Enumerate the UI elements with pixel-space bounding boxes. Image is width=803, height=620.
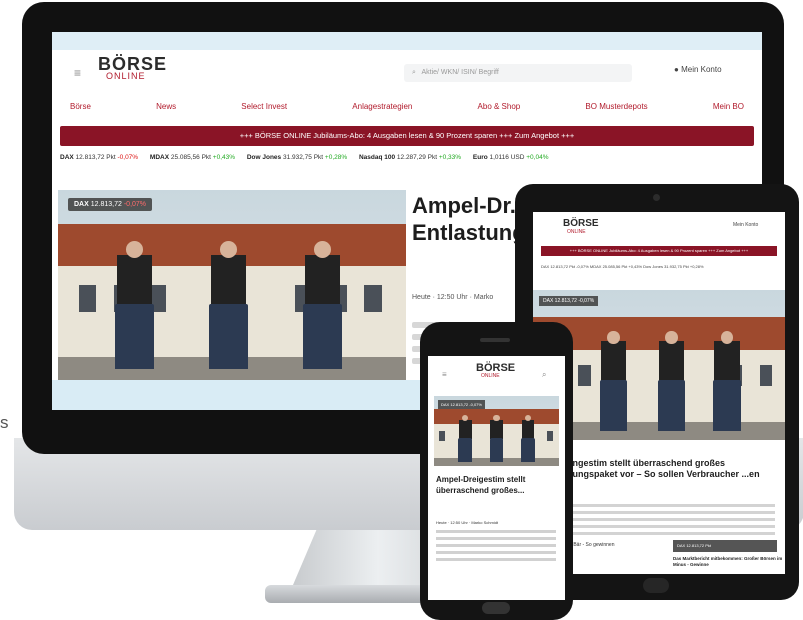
ticker-item[interactable]: DAX 12.813,72 Pkt -0,07% [60,154,138,161]
search-input[interactable]: ⌕ Aktie/ WKN/ ISIN/ Begriff [404,64,632,82]
nav-item-abo-shop[interactable]: Abo & Shop [478,102,521,111]
phone-article-headline[interactable]: Ampel-Dreigestim stellt überraschend gro… [436,474,558,496]
phone-speaker [480,338,510,342]
site-header: ≡ BÖRSE ONLINE ⌕ Aktie/ WKN/ ISIN/ Begri… [52,50,762,94]
ticker-item[interactable]: Nasdaq 100 12.287,29 Pkt +0,33% [359,154,461,161]
phone-teaser-text [436,530,556,565]
login-link[interactable]: ● Mein Konto [674,65,722,74]
tablet-dax-badge[interactable]: DAX 12.813,72 -0,07% [539,296,599,306]
nav-item-boerse[interactable]: Börse [70,102,91,111]
ticker-item[interactable]: Euro 1,0116 USD +0,04% [473,154,549,161]
browser-top-strip [52,32,762,50]
phone-search-icon[interactable]: ⌕ [542,370,546,380]
hero-image[interactable]: DAX 12.813,72 -0,07% [58,190,406,380]
phone-hero-image[interactable]: DAX 12.813,72 -0,07% [434,396,559,466]
hero-photo [58,190,406,380]
tablet-market-report-link[interactable]: Das Marktbericht mitbekommen: Großer Bör… [673,556,783,568]
phone-device: ≡ BÖRSE ONLINE ⌕ DAX 12.813,72 -0,07% Am… [420,322,573,620]
tablet-home-button[interactable] [643,578,669,593]
phone-home-button[interactable] [482,602,510,614]
tablet-promo-banner[interactable]: +++ BÖRSE ONLINE Jubiläums-Abo: 4 Ausgab… [541,246,777,256]
user-icon: ● [674,65,679,74]
cropped-edge-text: s [0,413,9,432]
tablet-camera [653,194,660,201]
phone-screen: ≡ BÖRSE ONLINE ⌕ DAX 12.813,72 -0,07% Am… [428,356,565,600]
ticker-item[interactable]: MDAX 25.085,56 Pkt +0,43% [150,154,235,161]
menu-icon[interactable]: ≡ [74,66,81,80]
tablet-article-headline[interactable]: ...ngestim stellt überraschend großes ..… [565,458,780,480]
search-icon: ⌕ [412,69,416,76]
phone-menu-icon[interactable]: ≡ [442,370,447,379]
logo-top: BÖRSE [98,54,168,74]
tablet-ticker: DAX 12.813,72 Pkt -0,07% MDAX 25.085,56 … [541,264,704,269]
phone-dax-badge[interactable]: DAX 12.813,72 -0,07% [438,400,485,409]
phone-article-meta: Heute · 12:50 Uhr · Marko Schmidt [436,520,499,525]
nav-item-anlagestrategien[interactable]: Anlagestrategien [352,102,412,111]
nav-item-mein-bo[interactable]: Mein BO [713,102,744,111]
nav-item-musterdepots[interactable]: BO Musterdepots [585,102,647,111]
site-logo[interactable]: BÖRSE ONLINE [98,54,168,82]
main-nav: Börse News Select Invest Anlagestrategie… [52,94,762,118]
search-placeholder: Aktie/ WKN/ ISIN/ Begriff [421,69,499,76]
nav-item-select-invest[interactable]: Select Invest [241,102,287,111]
tablet-login-link[interactable]: Mein Konto [733,222,758,228]
dax-badge[interactable]: DAX 12.813,72 -0,07% [68,198,153,211]
tablet-logo[interactable]: BÖRSE ONLINE [563,219,599,236]
ticker-item[interactable]: Dow Jones 31.932,75 Pkt +0,28% [247,154,347,161]
nav-item-news[interactable]: News [156,102,176,111]
tablet-market-card[interactable]: DAX 12.813,72 Pkt [673,540,777,552]
promo-banner[interactable]: +++ BÖRSE ONLINE Jubiläums-Abo: 4 Ausgab… [60,126,754,146]
article-meta: Heute · 12:50 Uhr · Marko [412,294,494,301]
market-ticker: DAX 12.813,72 Pkt -0,07% MDAX 25.085,56 … [60,154,760,166]
phone-header: ≡ BÖRSE ONLINE ⌕ [428,356,565,392]
login-label: Mein Konto [681,65,722,74]
phone-logo[interactable]: BÖRSE ONLINE [476,363,515,380]
device-mockup-stage: s ≡ BÖRSE ONLINE ⌕ Aktie/ WKN/ ISIN/ Beg… [0,0,803,620]
tablet-teaser-text [565,504,775,539]
